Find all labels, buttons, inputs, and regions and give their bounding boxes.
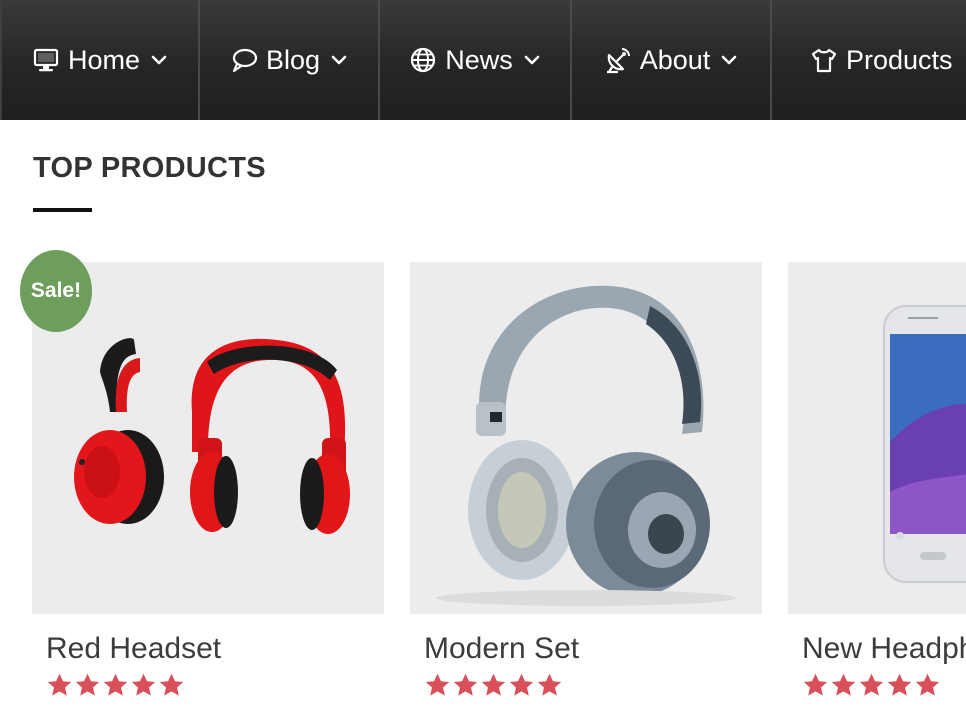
satellite-dish-icon [604,46,632,74]
speech-bubble-icon [230,46,258,74]
nav-item-products[interactable]: Products [772,0,966,120]
nav-label-products: Products [846,44,953,75]
nav-label-home: Home [67,44,141,75]
chevron-down-icon [150,51,168,69]
main-navbar: Home Blog News About Products [0,0,966,120]
nav-item-home[interactable]: Home [0,0,200,120]
globe-icon [409,46,437,74]
title-underline [33,208,92,212]
nav-item-about[interactable]: About [572,0,772,120]
product-rating [802,672,941,699]
star-icon [424,672,451,699]
tshirt-icon [810,46,838,74]
chevron-down-icon [330,51,348,69]
nav-item-news[interactable]: News [380,0,572,120]
chevron-down-icon [523,51,541,69]
product-name[interactable]: Modern Set [424,632,579,666]
product-card-new-headphones[interactable]: New Headph [788,262,966,725]
product-rating [46,672,185,699]
star-icon [46,672,73,699]
product-rating [424,672,563,699]
star-icon [802,672,829,699]
star-icon [158,672,185,699]
monitor-icon [32,46,60,74]
nav-label-about: About [639,44,711,75]
product-image-samsung-phone[interactable] [788,262,966,614]
star-icon [886,672,913,699]
nav-label-news: News [445,44,513,75]
star-icon [914,672,941,699]
star-icon [452,672,479,699]
product-card-modern-set[interactable]: Modern Set [410,262,762,696]
star-icon [830,672,857,699]
star-icon [130,672,157,699]
star-icon [508,672,535,699]
chevron-down-icon [720,51,738,69]
star-icon [74,672,101,699]
star-icon [536,672,563,699]
product-name[interactable]: New Headph [802,632,966,666]
nav-label-blog: Blog [265,44,321,75]
sale-badge: Sale! [20,250,92,332]
section-title: TOP PRODUCTS [33,152,266,184]
star-icon [102,672,129,699]
star-icon [858,672,885,699]
nav-item-blog[interactable]: Blog [200,0,380,120]
product-image-silver-headphones[interactable] [410,262,762,614]
star-icon [480,672,507,699]
product-name[interactable]: Red Headset [46,632,221,666]
